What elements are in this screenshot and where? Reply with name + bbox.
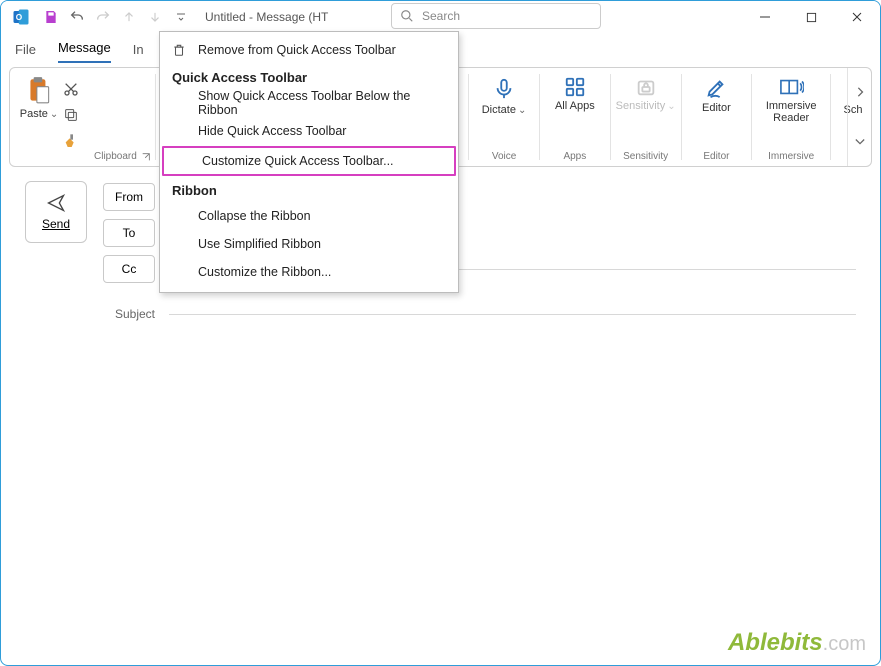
menu-item-hide-qat[interactable]: Hide Quick Access Toolbar (160, 117, 458, 145)
quick-access-toolbar (39, 5, 193, 29)
group-label-apps: Apps (563, 151, 586, 164)
maximize-button[interactable] (788, 1, 834, 33)
editor-button[interactable]: Editor (689, 72, 743, 114)
subject-label: Subject (103, 307, 155, 321)
undo-icon[interactable] (65, 5, 89, 29)
ribbon-group-editor: Editor Editor (681, 68, 751, 166)
search-input[interactable]: Search (391, 3, 601, 29)
window-controls (742, 1, 880, 33)
watermark-brand: Ablebits (728, 629, 823, 656)
menu-header-ribbon: Ribbon (160, 177, 458, 202)
watermark: Ablebits.com (728, 629, 866, 657)
menu-item-collapse-ribbon[interactable]: Collapse the Ribbon (160, 202, 458, 230)
dialog-launcher-icon[interactable] (141, 152, 151, 162)
all-apps-button[interactable]: All Apps (548, 72, 602, 112)
svg-text:O: O (16, 13, 23, 22)
format-painter-icon[interactable] (60, 130, 82, 152)
tab-file[interactable]: File (15, 42, 36, 63)
send-icon (45, 193, 67, 213)
redo-icon[interactable] (91, 5, 115, 29)
copy-icon[interactable] (60, 104, 82, 126)
qat-context-menu: Remove from Quick Access Toolbar Quick A… (159, 31, 459, 293)
group-label-immersive: Immersive (768, 151, 814, 164)
watermark-suffix: .com (823, 633, 866, 655)
dictate-button[interactable]: Dictate⌄ (477, 72, 531, 116)
menu-header-qat: Quick Access Toolbar (160, 64, 458, 89)
ribbon-scroll-right-icon[interactable] (856, 84, 864, 102)
group-label-clipboard: Clipboard (94, 151, 151, 164)
ribbon-collapse-icon[interactable] (855, 133, 865, 151)
paste-button[interactable]: Paste⌄ (18, 72, 60, 120)
chevron-down-icon: ⌄ (50, 109, 58, 120)
trash-icon (170, 43, 188, 57)
minimize-button[interactable] (742, 1, 788, 33)
cut-icon[interactable] (60, 78, 82, 100)
ribbon-group-sensitivity: Sensitivity⌄ Sensitivity (611, 68, 681, 166)
group-label-sensitivity: Sensitivity (623, 151, 668, 164)
menu-item-simplified-ribbon[interactable]: Use Simplified Ribbon (160, 230, 458, 258)
immersive-reader-button[interactable]: Immersive Reader (760, 72, 822, 124)
ribbon-group-immersive: Immersive Reader Immersive (752, 68, 830, 166)
search-placeholder: Search (422, 9, 460, 23)
outlook-icon: O (11, 7, 31, 27)
cc-button[interactable]: Cc (103, 255, 155, 283)
tab-insert-truncated[interactable]: In (133, 42, 144, 63)
down-arrow-icon (143, 5, 167, 29)
from-button[interactable]: From (103, 183, 155, 211)
close-button[interactable] (834, 1, 880, 33)
outlook-compose-window: O Untitled - Message (HT (0, 0, 881, 666)
chevron-down-icon: ⌄ (518, 105, 526, 116)
to-button[interactable]: To (103, 219, 155, 247)
qat-customize-dropdown-icon[interactable] (169, 5, 193, 29)
menu-item-customize-qat[interactable]: Customize Quick Access Toolbar... (162, 146, 456, 176)
title-bar: O Untitled - Message (HT (1, 1, 880, 33)
save-icon[interactable] (39, 5, 63, 29)
menu-item-customize-ribbon[interactable]: Customize the Ribbon... (160, 258, 458, 286)
clipboard-mini-buttons (60, 72, 82, 152)
menu-item-show-qat-below[interactable]: Show Quick Access Toolbar Below the Ribb… (160, 89, 458, 117)
send-label: Send (42, 217, 70, 231)
subject-input-line[interactable] (169, 314, 856, 315)
search-icon (400, 9, 414, 23)
ribbon-group-clipboard: Paste⌄ (10, 68, 90, 166)
sensitivity-button: Sensitivity⌄ (619, 72, 673, 112)
group-label-editor: Editor (703, 151, 729, 164)
up-arrow-icon (117, 5, 141, 29)
send-button[interactable]: Send (25, 181, 87, 243)
ribbon-group-apps: All Apps Apps (540, 68, 610, 166)
tab-message[interactable]: Message (58, 40, 111, 63)
menu-item-remove-from-qat[interactable]: Remove from Quick Access Toolbar (160, 36, 458, 64)
group-label-voice: Voice (492, 151, 516, 164)
ribbon-overflow (847, 68, 871, 166)
chevron-down-icon: ⌄ (667, 101, 675, 112)
ribbon-group-voice: Dictate⌄ Voice (469, 68, 539, 166)
window-title: Untitled - Message (HT (205, 10, 328, 24)
